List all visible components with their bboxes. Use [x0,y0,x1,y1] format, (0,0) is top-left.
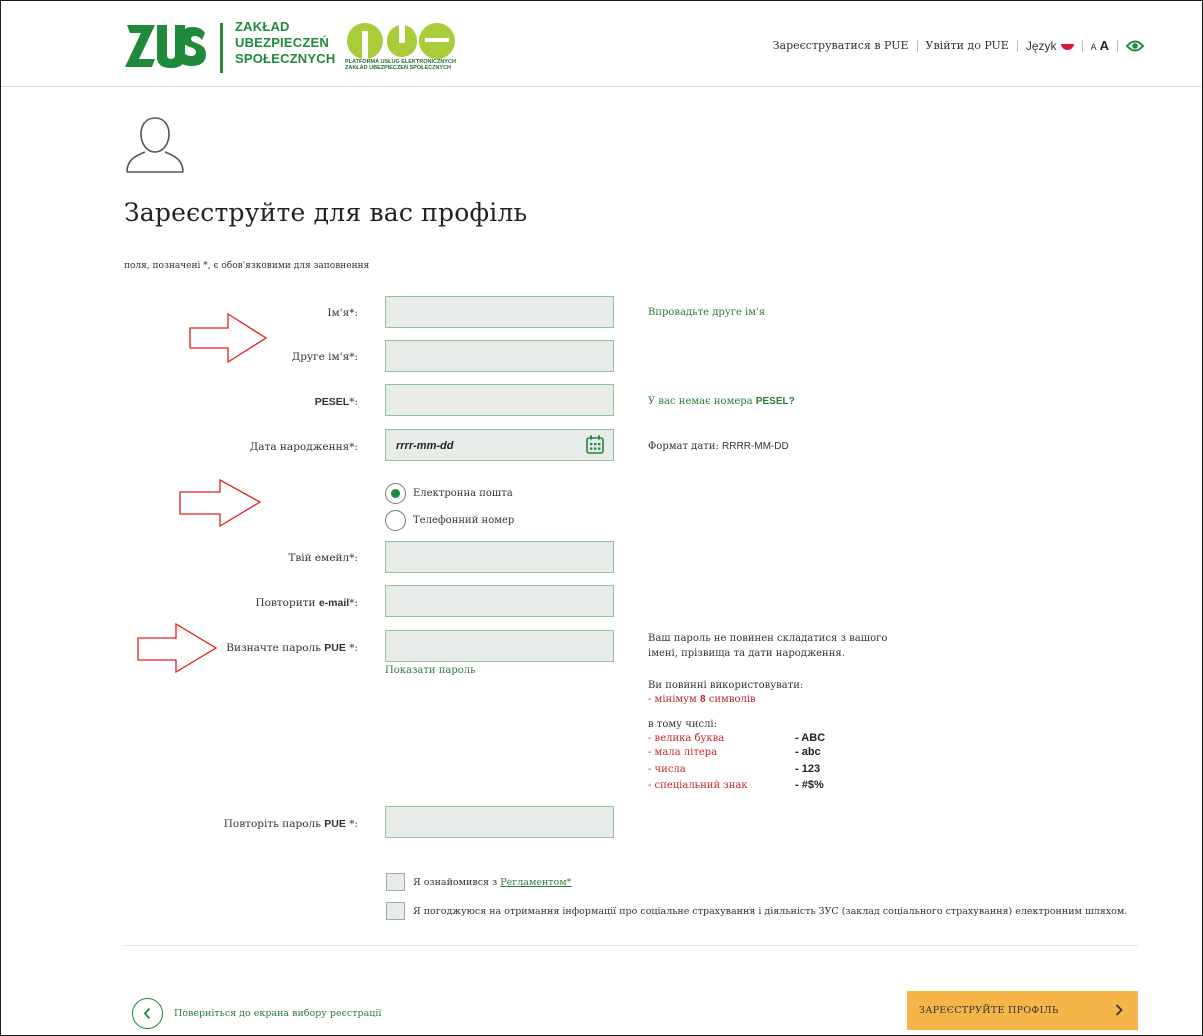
password-rule-numbers: - числа - 123 [648,763,821,775]
pesel-label: PESEL*: [314,396,358,408]
password-rule-special: - спеціальний знак - #$% [648,779,824,791]
poland-flag-icon [1060,41,1074,50]
font-large-button[interactable]: A [1100,38,1109,53]
nav-separator [1016,39,1018,52]
language-label: Język [1025,38,1057,53]
register-profile-button[interactable]: ЗАРЕЄСТРУЙТЕ ПРОФІЛЬ [907,991,1138,1030]
password-rule-uppercase: - велика буква - ABC [648,732,826,744]
bottom-divider [124,945,1138,946]
terms-checkbox-label: Я ознайомився з Регламентом* [413,877,572,888]
dob-placeholder: rrrr-mm-dd [396,440,454,452]
radio-email-label: Електронна пошта [413,488,513,499]
zus-logo[interactable] [125,19,207,71]
user-avatar-icon [126,117,184,173]
radio-phone[interactable] [385,510,406,531]
email-label: Твій емейл*: [288,552,358,564]
last-name-input[interactable] [385,340,614,372]
password-rule-text-1: Ваш пароль не повинен складатися з вашог… [648,633,888,644]
nav-separator [1117,39,1118,52]
header: ZAKŁAD UBEZPIECZEŃ SPOŁECZNYCH PLATFORMA… [1,1,1202,87]
back-link[interactable]: Поверніться до екрана вибору реєстрації [174,1008,381,1019]
repeat-password-input[interactable] [385,806,614,838]
password-including: в тому числі: [648,719,717,730]
annotation-arrow [189,312,268,364]
password-input[interactable] [385,630,614,662]
pesel-input[interactable] [385,384,614,416]
language-selector[interactable]: Język [1026,39,1074,53]
nav-separator [916,39,918,52]
repeat-email-label: Повторити e-mail*: [255,597,358,609]
back-button[interactable] [132,998,163,1029]
no-pesel-link[interactable]: У вас немає номера PESEL? [648,396,795,407]
radio-phone-label: Телефонний номер [413,515,515,526]
email-input[interactable] [385,541,614,573]
password-rule-text-2: імені, прізвища та дати народження. [648,648,845,659]
eye-icon[interactable] [1126,40,1144,52]
annotation-arrow [137,622,218,674]
register-profile-button-label: ЗАРЕЄСТРУЙТЕ ПРОФІЛЬ [919,1005,1059,1016]
first-name-input[interactable] [385,296,614,328]
chevron-left-icon [143,1007,151,1020]
logo-divider [220,23,223,73]
first-name-label: Ім'я*: [327,307,358,319]
radio-email[interactable] [385,483,406,504]
repeat-email-input[interactable] [385,585,614,617]
password-label: Визначте пароль PUE *: [226,642,358,654]
last-name-label: Друге ім'я*: [291,351,358,363]
calendar-icon[interactable] [586,435,604,454]
top-navigation: Зареєструватися в PUE Увійти до PUE Języ… [773,38,1144,53]
register-link[interactable]: Зареєструватися в PUE [773,39,909,52]
second-name-hint-link[interactable]: Впровадьте друге ім'я [648,307,765,318]
page-title: Зареєструйте для вас профіль [124,198,528,227]
font-size-controls: A A [1091,38,1109,53]
show-password-link[interactable]: Показати пароль [385,665,476,676]
dob-format-hint: Формат дати: RRRR-MM-DD [648,441,789,452]
font-small-button[interactable]: A [1091,42,1097,52]
terms-link[interactable]: Регламентом* [500,877,571,888]
zus-logo-text: ZAKŁAD UBEZPIECZEŃ SPOŁECZNYCH [235,19,336,66]
annotation-arrow [179,478,262,528]
terms-checkbox[interactable] [386,873,405,891]
password-must-use: Ви повинні використовувати: [648,680,804,691]
password-min-length: - мінімум 8 символів [648,694,756,705]
info-consent-label: Я погоджуюся на отримання інформації про… [413,906,1128,917]
password-rule-lowercase: - мала літера - abc [648,746,821,758]
info-consent-checkbox[interactable] [386,902,405,920]
dob-label: Дата народження*: [249,441,358,453]
required-fields-note: поля, позначені *, є обов'язковими для з… [124,261,370,271]
repeat-password-label: Повторіть пароль PUE *: [223,818,358,830]
chevron-right-icon [1115,1004,1123,1016]
login-link[interactable]: Увійти до PUE [926,39,1009,52]
nav-separator [1081,39,1083,52]
pue-subtitle: PLATFORMA USŁUG ELEKTRONICZNYCH ZAKŁAD U… [345,59,456,71]
